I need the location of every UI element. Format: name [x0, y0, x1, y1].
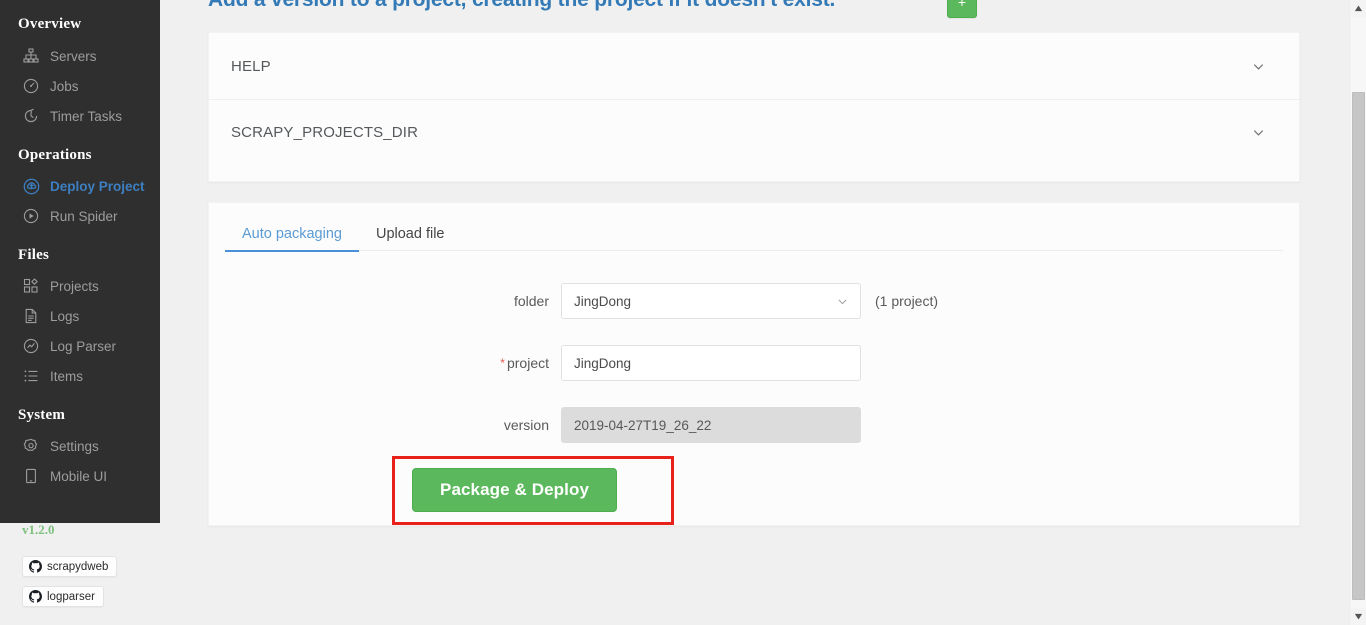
file-text-icon — [22, 307, 40, 325]
sidebar-item-label: Logs — [50, 308, 80, 324]
form-row-project: * project JingDong — [209, 345, 1299, 381]
sidebar-section-files: Files — [18, 247, 49, 263]
page-title: Add a version to a project, creating the… — [208, 0, 835, 12]
sidebar-item-label: Mobile UI — [50, 468, 108, 484]
form-row-version: version 2019-04-27T19_26_22 — [209, 407, 1299, 443]
grid-apps-icon — [22, 277, 40, 295]
folder-select[interactable]: JingDong — [561, 283, 861, 319]
list-icon — [22, 367, 40, 385]
tab-auto-packaging[interactable]: Auto packaging — [225, 226, 359, 252]
project-label-text: project — [506, 355, 549, 371]
sidebar-item-label: Items — [50, 368, 84, 384]
sidebar-item-settings[interactable]: Settings — [0, 431, 160, 461]
form-row-folder: folder JingDong (1 project) — [209, 283, 1299, 319]
folder-select-value: JingDong — [574, 293, 632, 309]
github-icon — [29, 560, 42, 573]
sidebar-item-run-spider[interactable]: Run Spider — [0, 201, 160, 231]
app-version: v1.2.0 — [22, 522, 55, 537]
gauge-circle-icon — [22, 337, 40, 355]
sidebar-item-label: Settings — [50, 438, 99, 454]
chevron-down-icon[interactable] — [1250, 58, 1266, 74]
tab-upload-file[interactable]: Upload file — [359, 226, 462, 251]
triangle-up-icon[interactable] — [1350, 0, 1366, 17]
sidebar-item-label: Jobs — [50, 78, 79, 94]
sidebar-item-deploy-project[interactable]: Deploy Project — [0, 171, 160, 201]
collapse-title: SCRAPY_PROJECTS_DIR — [231, 124, 419, 141]
sidebar-item-projects[interactable]: Projects — [0, 271, 160, 301]
github-badge-label: logparser — [47, 590, 95, 603]
clock-history-icon — [22, 107, 40, 125]
gear-icon — [22, 437, 40, 455]
collapse-row-help[interactable]: HELP — [209, 33, 1299, 99]
sidebar-item-items[interactable]: Items — [0, 361, 160, 391]
add-version-button[interactable]: + — [947, 0, 977, 18]
sidebar-item-servers[interactable]: Servers — [0, 41, 160, 71]
project-label: * project — [209, 355, 561, 371]
sidebar-section-overview: Overview — [18, 16, 82, 32]
sidebar-item-label: Log Parser — [50, 338, 117, 354]
github-badge-scrapydweb[interactable]: scrapydweb — [22, 556, 118, 577]
version-input-value: 2019-04-27T19_26_22 — [574, 417, 712, 433]
collapse-row-scrapy-projects-dir[interactable]: SCRAPY_PROJECTS_DIR — [209, 99, 1299, 165]
deploy-form-panel: Auto packaging Upload file folder JingDo… — [208, 202, 1300, 526]
sidebar-section-system: System — [18, 407, 66, 423]
cloud-upload-icon — [22, 177, 40, 195]
required-marker: * — [500, 356, 505, 370]
sidebar-item-log-parser[interactable]: Log Parser — [0, 331, 160, 361]
sidebar-section-operations: Operations — [18, 147, 92, 163]
main-content: Add a version to a project, creating the… — [160, 0, 1366, 625]
github-badge-logparser[interactable]: logparser — [22, 586, 104, 607]
collapse-title: HELP — [231, 57, 271, 75]
sidebar-item-logs[interactable]: Logs — [0, 301, 160, 331]
app-root: Overview Operations Files System Servers — [0, 0, 1366, 625]
github-icon — [29, 590, 42, 603]
sidebar-item-jobs[interactable]: Jobs — [0, 71, 160, 101]
tab-bar: Auto packaging Upload file — [225, 213, 1283, 252]
play-circle-icon — [22, 207, 40, 225]
sidebar-item-label: Servers — [50, 48, 97, 64]
mobile-icon — [22, 467, 40, 485]
sidebar-item-label: Projects — [50, 278, 99, 294]
sidebar-item-mobile-ui[interactable]: Mobile UI — [0, 461, 160, 491]
chevron-down-icon — [836, 284, 849, 318]
folder-label: folder — [513, 293, 549, 309]
project-input-value: JingDong — [574, 355, 632, 371]
folder-project-count: (1 project) — [875, 293, 939, 309]
sidebar-item-label: Deploy Project — [50, 178, 145, 194]
sidebar-item-label: Run Spider — [50, 208, 118, 224]
version-input: 2019-04-27T19_26_22 — [561, 407, 861, 443]
package-and-deploy-button[interactable]: Package & Deploy — [412, 468, 617, 512]
dashboard-icon — [22, 77, 40, 95]
chevron-down-icon[interactable] — [1250, 125, 1266, 141]
sidebar-item-label: Timer Tasks — [50, 108, 123, 124]
version-label: version — [503, 417, 549, 433]
sidebar-item-timer-tasks[interactable]: Timer Tasks — [0, 101, 160, 131]
sitemap-icon — [22, 47, 40, 65]
github-badge-label: scrapydweb — [47, 560, 109, 573]
vertical-scrollbar[interactable] — [1349, 0, 1366, 625]
project-input[interactable]: JingDong — [561, 345, 861, 381]
collapse-panel: HELP SCRAPY_PROJECTS_DIR — [208, 32, 1300, 182]
scrollbar-thumb[interactable] — [1352, 92, 1365, 600]
triangle-down-icon[interactable] — [1350, 608, 1366, 625]
sidebar: Overview Operations Files System Servers — [0, 0, 160, 523]
